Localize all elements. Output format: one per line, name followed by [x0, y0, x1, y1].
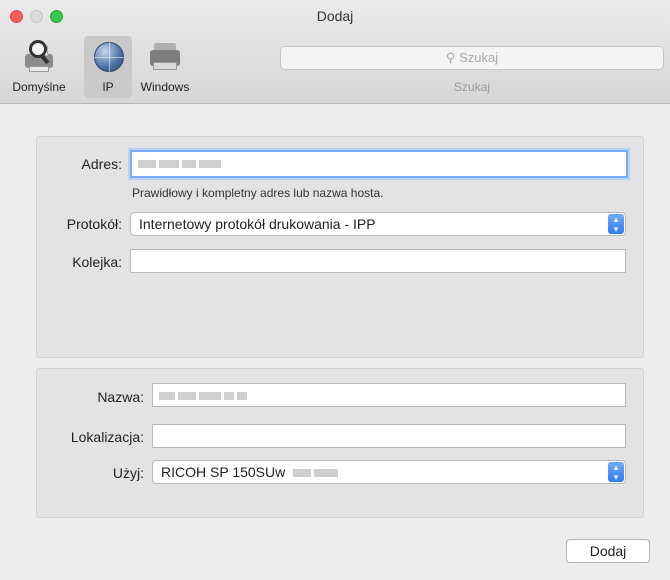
- window-toolbar: Dodaj Domyślne IP Windows ⚲ Szukaj Szuka…: [0, 0, 670, 104]
- window-title: Dodaj: [316, 8, 354, 24]
- protocol-label: Protokół:: [66, 216, 122, 232]
- queue-label: Kolejka:: [72, 254, 122, 270]
- add-button[interactable]: Dodaj: [566, 539, 650, 563]
- use-label: Użyj:: [112, 465, 144, 481]
- search-placeholder: Szukaj: [459, 50, 499, 65]
- name-label: Nazwa:: [97, 389, 144, 405]
- location-label: Lokalizacja:: [70, 429, 144, 445]
- driver-value: RICOH SP 150SUw: [161, 464, 286, 480]
- driver-select[interactable]: RICOH SP 150SUw ▴ ▾: [152, 460, 626, 484]
- protocol-value: Internetowy protokół drukowania - IPP: [139, 216, 376, 232]
- toolbar-item-label: Windows: [140, 80, 190, 94]
- address-hint: Prawidłowy i kompletny adres lub nazwa h…: [132, 186, 384, 200]
- search-input[interactable]: ⚲ Szukaj: [280, 46, 664, 70]
- toolbar-item-label: IP: [102, 80, 114, 94]
- location-field[interactable]: [152, 424, 626, 448]
- queue-field[interactable]: [130, 249, 626, 273]
- chevron-updown-icon: ▴ ▾: [608, 214, 624, 234]
- address-field[interactable]: [130, 150, 628, 178]
- toolbar-item-windows[interactable]: Windows: [132, 36, 198, 98]
- chevron-updown-icon: ▴ ▾: [608, 462, 624, 482]
- name-field[interactable]: [152, 383, 626, 407]
- protocol-select[interactable]: Internetowy protokół drukowania - IPP ▴ ▾: [130, 212, 626, 236]
- toolbar-item-default[interactable]: Domyślne: [8, 36, 70, 98]
- search-caption: Szukaj: [453, 80, 491, 94]
- address-label: Adres:: [81, 156, 122, 172]
- windows-printer-icon: [147, 40, 183, 74]
- toolbar-item-label: Domyślne: [12, 80, 66, 94]
- toolbar-item-ip[interactable]: IP: [84, 36, 132, 98]
- search-icon: ⚲: [445, 50, 456, 65]
- default-printer-icon: [21, 40, 57, 74]
- globe-icon: [90, 40, 126, 74]
